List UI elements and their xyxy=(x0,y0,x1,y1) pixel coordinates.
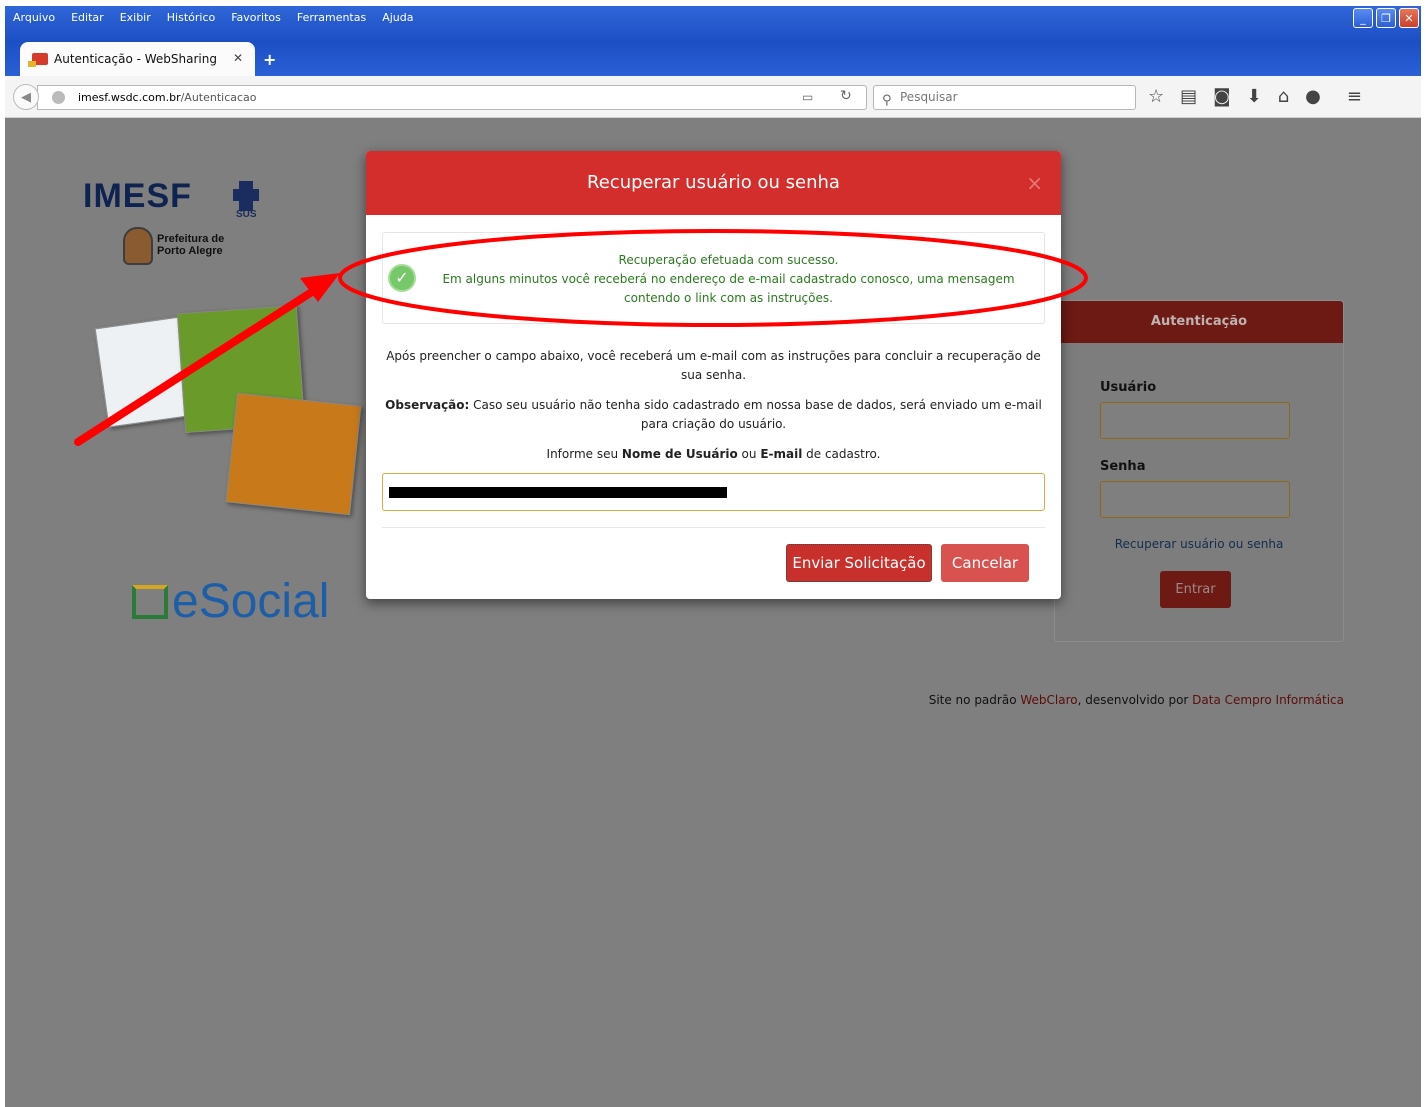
redaction-bar xyxy=(389,487,727,498)
check-icon: ✓ xyxy=(388,264,416,292)
prefeitura-label: Prefeitura de Porto Alegre xyxy=(157,233,225,257)
menu-ajuda[interactable]: Ajuda xyxy=(382,11,413,24)
webclaro-link[interactable]: WebClaro xyxy=(1020,693,1077,707)
login-button[interactable]: Entrar xyxy=(1160,571,1231,608)
pocket-icon[interactable]: ◙ xyxy=(1213,86,1230,107)
recover-modal: Recuperar usuário ou senha × ✓ Recuperaç… xyxy=(366,151,1061,599)
footer-prefix: Site no padrão xyxy=(928,693,1021,707)
title-bar: Arquivo Editar Exibir Histórico Favorito… xyxy=(5,6,1421,42)
menu-arquivo[interactable]: Arquivo xyxy=(13,11,55,24)
inform-bold-email: E-mail xyxy=(760,447,803,461)
sus-logo: SUS xyxy=(233,181,259,221)
navigation-bar: imesf.wsdc.com.br/Autenticacao ◀ ▭ ↻ ⚲ P… xyxy=(5,76,1421,118)
password-input[interactable] xyxy=(1100,481,1290,518)
url-path: /Autenticacao xyxy=(180,91,257,104)
back-button[interactable]: ◀ xyxy=(13,84,39,110)
files-illustration xyxy=(91,299,371,531)
menu-exibir[interactable]: Exibir xyxy=(120,11,151,24)
modal-title: Recuperar usuário ou senha xyxy=(587,172,840,193)
auth-panel: Autenticação Usuário Senha Recuperar usu… xyxy=(1054,300,1344,642)
search-input[interactable]: ⚲ Pesquisar xyxy=(873,85,1136,110)
menu-hamburger-icon[interactable]: ≡ xyxy=(1347,86,1362,107)
footer-middle: , desenvolvido por xyxy=(1077,693,1193,707)
observation-label: Observação: xyxy=(385,398,470,412)
footer: Site no padrão WebClaro, desenvolvido po… xyxy=(929,693,1344,707)
bookmark-star-icon[interactable]: ☆ xyxy=(1148,86,1164,107)
auth-title: Autenticação xyxy=(1055,301,1343,343)
esocial-logo: eSocial xyxy=(132,574,329,629)
reader-view-icon[interactable]: ▭ xyxy=(802,90,813,104)
inform-mid: ou xyxy=(737,447,761,461)
send-request-button[interactable]: Enviar Solicitação xyxy=(786,544,932,582)
search-placeholder: Pesquisar xyxy=(900,90,958,104)
toolbar-icons: ☆ ▤ ◙ ⬇ ⌂ ● ≡ xyxy=(1148,86,1362,107)
menu-favoritos[interactable]: Favoritos xyxy=(231,11,281,24)
favicon-icon xyxy=(28,53,48,67)
success-alert: ✓ Recuperação efetuada com sucesso. Em a… xyxy=(382,232,1045,324)
menu-ferramentas[interactable]: Ferramentas xyxy=(297,11,366,24)
url-domain: imesf.wsdc.com.br xyxy=(78,91,181,104)
imesf-logo: IMESF xyxy=(83,177,192,215)
tab-autenticacao[interactable]: Autenticação - WebSharing ✕ xyxy=(20,42,255,76)
inform-prefix: Informe seu xyxy=(546,447,622,461)
cancel-button[interactable]: Cancelar xyxy=(941,544,1029,582)
tab-close-icon[interactable]: ✕ xyxy=(233,51,243,65)
close-window-button[interactable]: ✕ xyxy=(1399,8,1419,28)
inform-suffix: de cadastro. xyxy=(802,447,881,461)
success-line-2: Em alguns minutos você receberá no ender… xyxy=(442,272,1015,305)
search-icon: ⚲ xyxy=(882,93,892,108)
new-tab-button[interactable]: + xyxy=(263,50,276,69)
success-line-1: Recuperação efetuada com sucesso. xyxy=(618,253,839,267)
window-controls: _ ❐ ✕ xyxy=(1353,8,1419,28)
tab-bar: Autenticação - WebSharing ✕ + xyxy=(5,42,1421,76)
modal-close-icon[interactable]: × xyxy=(1026,151,1043,215)
sus-label: SUS xyxy=(236,209,257,220)
user-label: Usuário xyxy=(1100,380,1157,395)
document-icon xyxy=(132,585,168,619)
chat-icon[interactable]: ● xyxy=(1305,86,1321,107)
tab-title: Autenticação - WebSharing xyxy=(54,52,217,66)
restore-button[interactable]: ❐ xyxy=(1376,8,1396,28)
observation-body: Caso seu usuário não tenha sido cadastra… xyxy=(469,398,1042,431)
esocial-label: eSocial xyxy=(172,575,330,628)
downloads-icon[interactable]: ⬇ xyxy=(1247,86,1262,107)
success-message: Recuperação efetuada com sucesso. Em alg… xyxy=(423,251,1034,308)
menu-historico[interactable]: Histórico xyxy=(167,11,215,24)
prefeitura-logo: Prefeitura de Porto Alegre xyxy=(123,227,243,271)
datacempro-link[interactable]: Data Cempro Informática xyxy=(1192,693,1344,707)
recover-link[interactable]: Recuperar usuário ou senha xyxy=(1055,537,1343,551)
bookmarks-list-icon[interactable]: ▤ xyxy=(1180,86,1197,107)
minimize-button[interactable]: _ xyxy=(1353,8,1373,28)
password-label: Senha xyxy=(1100,459,1146,474)
email-field[interactable] xyxy=(382,473,1045,511)
user-input[interactable] xyxy=(1100,402,1290,439)
city-seal-icon xyxy=(123,227,153,265)
browser-window: Arquivo Editar Exibir Histórico Favorito… xyxy=(5,6,1421,1107)
reload-icon[interactable]: ↻ xyxy=(840,88,852,104)
instructions-text: Após preencher o campo abaixo, você rece… xyxy=(386,349,1041,382)
modal-divider xyxy=(382,527,1045,528)
home-icon[interactable]: ⌂ xyxy=(1278,86,1289,107)
menu-bar: Arquivo Editar Exibir Histórico Favorito… xyxy=(13,11,414,24)
globe-icon xyxy=(52,91,65,104)
url-bar[interactable]: imesf.wsdc.com.br/Autenticacao xyxy=(37,85,867,110)
modal-header: Recuperar usuário ou senha × xyxy=(366,151,1061,215)
menu-editar[interactable]: Editar xyxy=(71,11,104,24)
inform-text: Informe seu Nome de Usuário ou E-mail de… xyxy=(382,445,1045,464)
observation-text: Observação: Caso seu usuário não tenha s… xyxy=(382,396,1045,434)
inform-bold-username: Nome de Usuário xyxy=(621,447,738,461)
